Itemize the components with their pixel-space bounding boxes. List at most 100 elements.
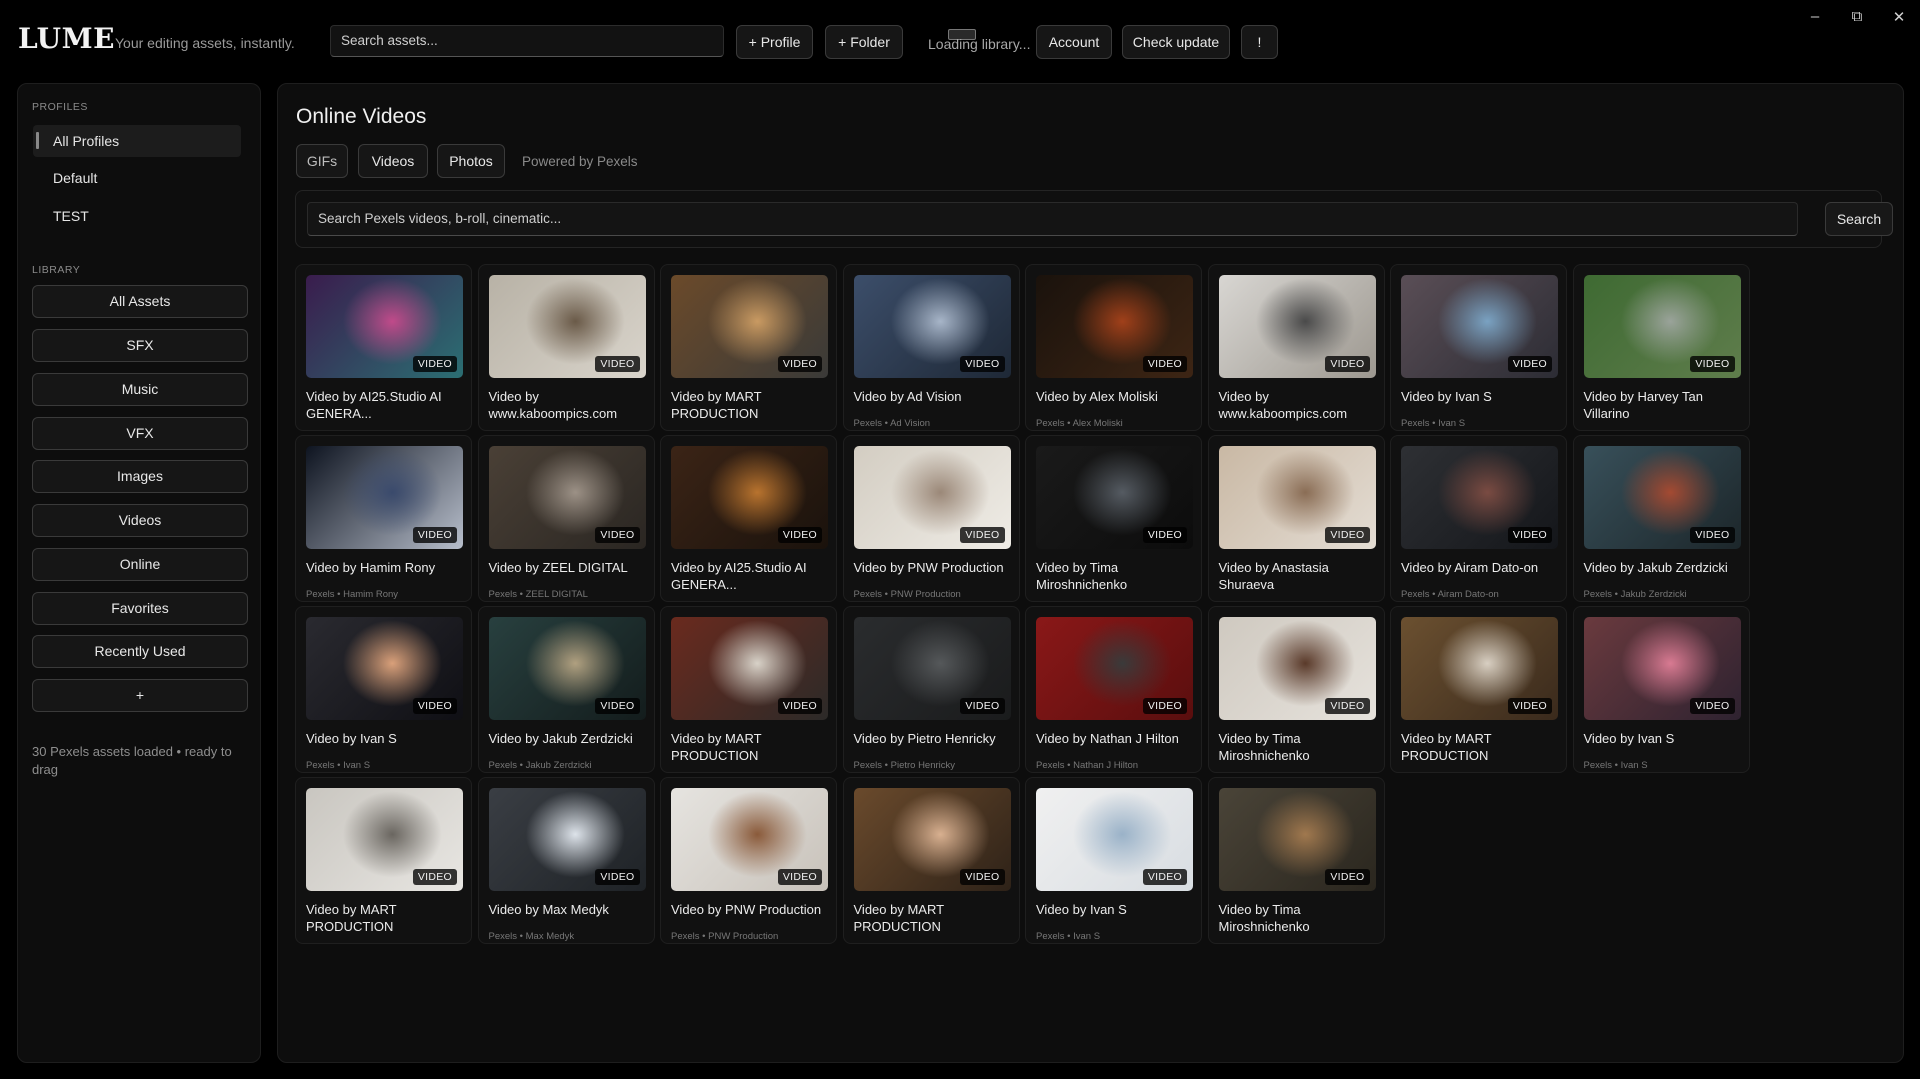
library-all-assets-button[interactable]: All Assets bbox=[32, 285, 248, 318]
video-card[interactable]: VIDEO Video by Alex Moliski Pexels • Alex … bbox=[1025, 264, 1202, 431]
video-badge: VIDEO bbox=[777, 869, 822, 885]
video-thumbnail[interactable]: VIDEO bbox=[488, 446, 646, 549]
video-thumbnail[interactable]: VIDEO bbox=[306, 446, 463, 549]
video-thumbnail[interactable]: VIDEO bbox=[1401, 275, 1558, 378]
library-videos-button[interactable]: Videos bbox=[32, 504, 248, 537]
video-thumbnail[interactable]: VIDEO bbox=[1583, 446, 1741, 549]
video-thumbnail[interactable]: VIDEO bbox=[671, 275, 828, 378]
video-badge: VIDEO bbox=[1325, 527, 1370, 543]
video-card[interactable]: VIDEO Video by ZEEL DIGITAL Pexels • ZEEL … bbox=[477, 435, 655, 602]
video-badge: VIDEO bbox=[960, 869, 1005, 885]
add-profile-button[interactable]: + Profile bbox=[736, 25, 813, 59]
profile-item-all[interactable]: All Profiles bbox=[33, 125, 241, 157]
video-title: Video by AI25.Studio AI GENERA... bbox=[671, 560, 807, 592]
library-online-button[interactable]: Online bbox=[32, 548, 248, 581]
video-thumbnail[interactable]: VIDEO bbox=[671, 617, 828, 720]
video-card[interactable]: VIDEO Video by Pietro Henricky Pexels • Pi… bbox=[842, 606, 1020, 773]
video-card[interactable]: VIDEO Video by www.kaboompics.com bbox=[477, 264, 655, 431]
video-thumbnail[interactable]: VIDEO bbox=[306, 275, 463, 378]
close-icon[interactable]: ✕ bbox=[1889, 8, 1909, 26]
video-card[interactable]: VIDEO Video by Tima Miroshnichenko bbox=[1207, 777, 1385, 944]
app-logo: LUME bbox=[18, 22, 115, 55]
alert-button[interactable]: ! bbox=[1241, 25, 1278, 59]
minimize-icon[interactable]: – bbox=[1805, 8, 1825, 25]
search-assets-input[interactable]: Search assets... bbox=[330, 25, 724, 57]
tab-videos[interactable]: Videos bbox=[358, 144, 428, 178]
profile-item-test[interactable]: TEST bbox=[33, 200, 241, 232]
video-card[interactable]: VIDEO Video by Ivan S Pexels • Ivan S bbox=[1025, 777, 1202, 944]
video-card[interactable]: VIDEO Video by Anastasia Shuraeva bbox=[1207, 435, 1385, 602]
video-thumbnail[interactable]: VIDEO bbox=[1036, 788, 1193, 891]
video-title: Video by MART PRODUCTION bbox=[306, 902, 397, 934]
video-title: Video by Harvey Tan Villarino bbox=[1583, 389, 1703, 421]
pexels-search-button[interactable]: Search bbox=[1825, 202, 1893, 236]
video-thumbnail[interactable]: VIDEO bbox=[853, 446, 1011, 549]
library-recently-used-button[interactable]: Recently Used bbox=[32, 635, 248, 668]
maximize-icon[interactable]: ⧉ bbox=[1847, 8, 1867, 25]
video-source: Pexels • Alex Moliski bbox=[1036, 418, 1123, 429]
video-card[interactable]: VIDEO Video by Airam Dato-on Pexels • Aira… bbox=[1390, 435, 1567, 602]
video-card[interactable]: VIDEO Video by Ad Vision Pexels • Ad Visio… bbox=[842, 264, 1020, 431]
video-thumbnail[interactable]: VIDEO bbox=[853, 275, 1011, 378]
tab-photos[interactable]: Photos bbox=[437, 144, 505, 178]
library-music-button[interactable]: Music bbox=[32, 373, 248, 406]
video-card[interactable]: VIDEO Video by www.kaboompics.com bbox=[1207, 264, 1385, 431]
video-thumbnail[interactable]: VIDEO bbox=[1401, 446, 1558, 549]
video-thumbnail[interactable]: VIDEO bbox=[853, 788, 1011, 891]
tab-gifs[interactable]: GIFs bbox=[296, 144, 348, 178]
video-thumbnail[interactable]: VIDEO bbox=[853, 617, 1011, 720]
profile-item-default[interactable]: Default bbox=[33, 162, 241, 194]
library-sfx-button[interactable]: SFX bbox=[32, 329, 248, 362]
video-thumbnail[interactable]: VIDEO bbox=[671, 446, 828, 549]
video-card[interactable]: VIDEO Video by PNW Production Pexels • PNW… bbox=[842, 435, 1020, 602]
video-thumbnail[interactable]: VIDEO bbox=[488, 275, 646, 378]
video-thumbnail[interactable]: VIDEO bbox=[671, 788, 828, 891]
library-vfx-button[interactable]: VFX bbox=[32, 417, 248, 450]
video-card[interactable]: VIDEO Video by AI25.Studio AI GENERA... bbox=[660, 435, 837, 602]
library-add-button[interactable]: + bbox=[32, 679, 248, 712]
video-thumbnail[interactable]: VIDEO bbox=[1036, 275, 1193, 378]
video-badge: VIDEO bbox=[1142, 869, 1187, 885]
profiles-section-title: PROFILES bbox=[32, 101, 88, 113]
library-images-button[interactable]: Images bbox=[32, 460, 248, 493]
video-thumbnail[interactable]: VIDEO bbox=[1218, 446, 1376, 549]
video-card[interactable]: VIDEO Video by MART PRODUCTION bbox=[660, 606, 837, 773]
video-thumbnail[interactable]: VIDEO bbox=[1401, 617, 1558, 720]
video-thumbnail[interactable]: VIDEO bbox=[306, 617, 463, 720]
video-source: Pexels • Airam Dato-on bbox=[1401, 589, 1499, 600]
video-thumbnail[interactable]: VIDEO bbox=[488, 788, 646, 891]
account-button[interactable]: Account bbox=[1036, 25, 1112, 59]
video-thumbnail[interactable]: VIDEO bbox=[1583, 617, 1741, 720]
check-update-button[interactable]: Check update bbox=[1122, 25, 1230, 59]
video-card[interactable]: VIDEO Video by MART PRODUCTION bbox=[842, 777, 1020, 944]
library-favorites-button[interactable]: Favorites bbox=[32, 592, 248, 625]
video-card[interactable]: VIDEO Video by PNW Production Pexels • PNW… bbox=[660, 777, 837, 944]
video-card[interactable]: VIDEO Video by Jakub Zerdzicki Pexels • Ja… bbox=[1572, 435, 1750, 602]
video-card[interactable]: VIDEO Video by Jakub Zerdzicki Pexels • Ja… bbox=[477, 606, 655, 773]
video-card[interactable]: VIDEO Video by Tima Miroshnichenko bbox=[1207, 606, 1385, 773]
video-thumbnail[interactable]: VIDEO bbox=[1036, 617, 1193, 720]
video-card[interactable]: VIDEO Video by Ivan S Pexels • Ivan S bbox=[1572, 606, 1750, 773]
video-thumbnail[interactable]: VIDEO bbox=[1583, 275, 1741, 378]
video-card[interactable]: VIDEO Video by Hamim Rony Pexels • Hamim R… bbox=[295, 435, 472, 602]
video-thumbnail[interactable]: VIDEO bbox=[1036, 446, 1193, 549]
video-title: Video by PNW Production bbox=[853, 560, 1004, 575]
video-thumbnail[interactable]: VIDEO bbox=[488, 617, 646, 720]
video-card[interactable]: VIDEO Video by Max Medyk Pexels • Max Medy… bbox=[477, 777, 655, 944]
video-thumbnail[interactable]: VIDEO bbox=[1218, 617, 1376, 720]
video-thumbnail[interactable]: VIDEO bbox=[1218, 788, 1376, 891]
video-card[interactable]: VIDEO Video by Nathan J Hilton Pexels • Na… bbox=[1025, 606, 1202, 773]
video-card[interactable]: VIDEO Video by Ivan S Pexels • Ivan S bbox=[1390, 264, 1567, 431]
video-card[interactable]: VIDEO Video by AI25.Studio AI GENERA... bbox=[295, 264, 472, 431]
add-folder-button[interactable]: + Folder bbox=[825, 25, 903, 59]
video-card[interactable]: VIDEO Video by Harvey Tan Villarino bbox=[1572, 264, 1750, 431]
video-card[interactable]: VIDEO Video by Tima Miroshnichenko bbox=[1025, 435, 1202, 602]
video-thumbnail[interactable]: VIDEO bbox=[1218, 275, 1376, 378]
video-title: Video by Alex Moliski bbox=[1036, 389, 1158, 404]
video-card[interactable]: VIDEO Video by MART PRODUCTION bbox=[660, 264, 837, 431]
video-thumbnail[interactable]: VIDEO bbox=[306, 788, 463, 891]
pexels-search-input[interactable]: Search Pexels videos, b-roll, cinematic.… bbox=[307, 202, 1798, 236]
video-card[interactable]: VIDEO Video by MART PRODUCTION bbox=[1390, 606, 1567, 773]
video-card[interactable]: VIDEO Video by MART PRODUCTION bbox=[295, 777, 472, 944]
video-card[interactable]: VIDEO Video by Ivan S Pexels • Ivan S bbox=[295, 606, 472, 773]
